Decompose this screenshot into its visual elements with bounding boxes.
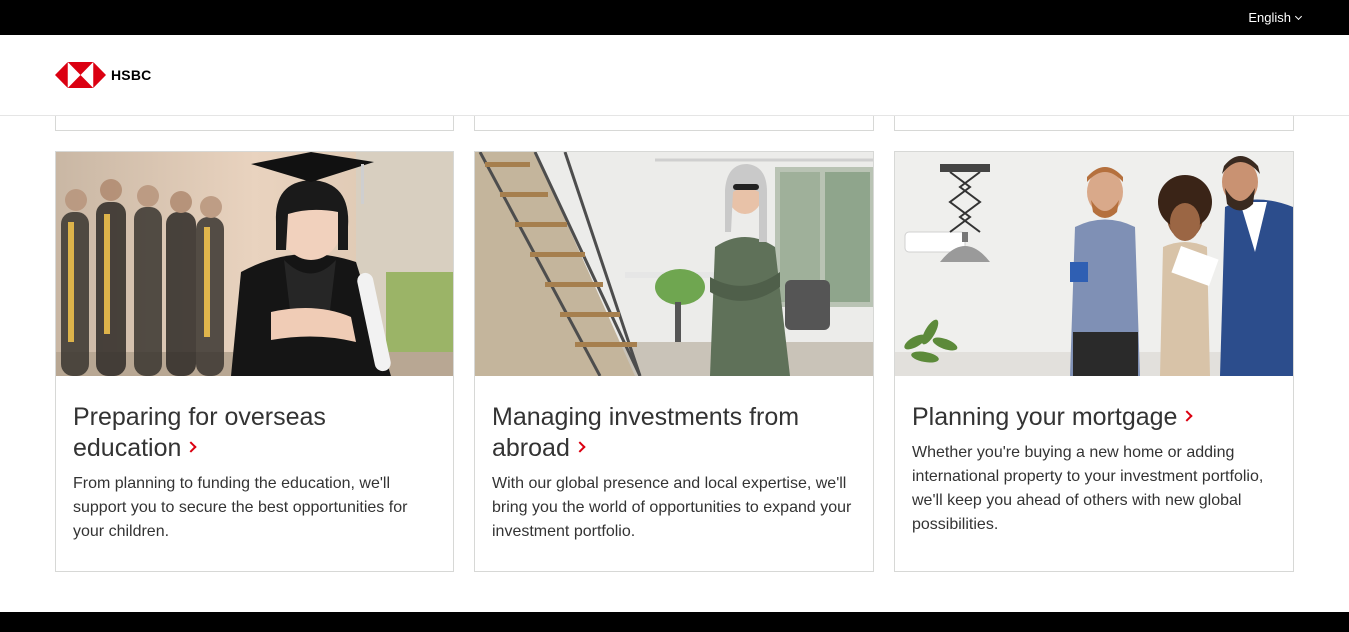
top-bar: English: [0, 0, 1349, 35]
couple-with-advisor-photo: [895, 152, 1293, 376]
language-selector[interactable]: English: [1248, 10, 1303, 25]
chevron-right-icon: [1181, 410, 1194, 423]
card-mortgage[interactable]: Planning your mortgage Whether you're bu…: [894, 151, 1294, 572]
card-description: Whether you're buying a new home or addi…: [912, 444, 1264, 533]
hexagon-logo-icon: [55, 62, 106, 88]
card-description: From planning to funding the education, …: [73, 475, 408, 540]
chevron-right-icon: [185, 441, 198, 454]
graduate-photo: [56, 152, 453, 376]
card-description: With our global presence and local exper…: [492, 475, 852, 540]
chevron-down-icon: [1294, 12, 1303, 20]
hsbc-logo[interactable]: HSBC: [55, 62, 151, 88]
card-investments-abroad[interactable]: Managing investments from abroad With ou…: [474, 151, 874, 572]
office-woman-photo: [475, 152, 873, 376]
card-title[interactable]: Preparing for overseas education: [73, 402, 436, 464]
card-overseas-education[interactable]: Preparing for overseas education From pl…: [55, 151, 454, 572]
site-header: HSBC: [0, 35, 1349, 116]
card-title[interactable]: Planning your mortgage: [912, 402, 1276, 433]
footer-bar: [0, 612, 1349, 632]
card-title[interactable]: Managing investments from abroad: [492, 402, 856, 464]
logo-text: HSBC: [111, 67, 152, 83]
chevron-right-icon: [574, 441, 586, 454]
language-label: English: [1248, 10, 1291, 25]
